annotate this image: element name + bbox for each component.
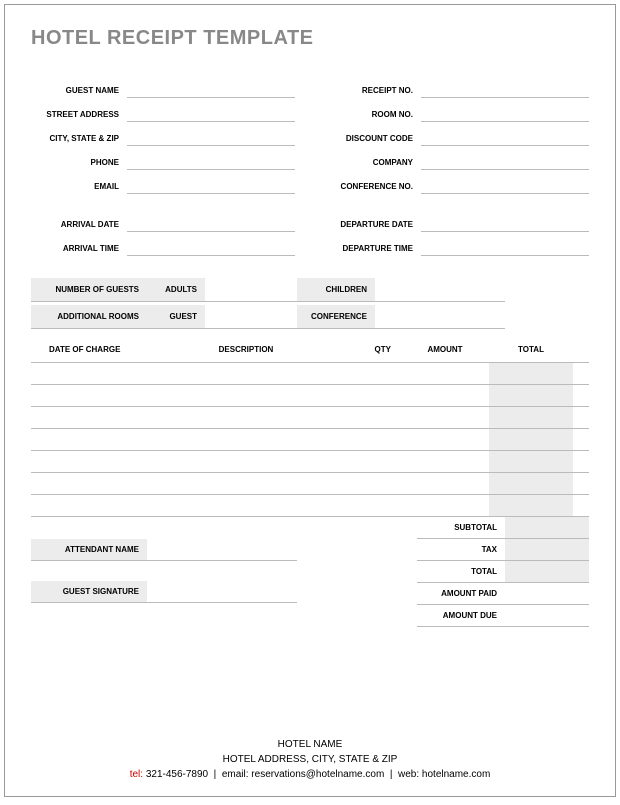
occupancy-row-1: NUMBER OF GUESTS ADULTS CHILDREN — [31, 278, 589, 302]
email-label: EMAIL — [31, 182, 127, 194]
occupancy-row-2: ADDITIONAL ROOMS GUEST CONFERENCE — [31, 305, 589, 329]
footer-contact-line: tel: 321-456-7890 | email: reservations@… — [5, 767, 615, 782]
discount-code-label: DISCOUNT CODE — [325, 134, 421, 146]
receipt-column: RECEIPT NO. ROOM NO. DISCOUNT CODE COMPA… — [325, 74, 589, 194]
additional-rooms-label: ADDITIONAL ROOMS — [31, 305, 147, 329]
table-row[interactable] — [31, 495, 589, 517]
company-label: COMPANY — [325, 158, 421, 170]
discount-code-field[interactable] — [421, 122, 589, 146]
subtotal-label: SUBTOTAL — [417, 517, 505, 539]
city-state-zip-field[interactable] — [127, 122, 295, 146]
tax-label: TAX — [417, 539, 505, 561]
table-row[interactable] — [31, 429, 589, 451]
total-field[interactable] — [505, 561, 589, 583]
total-header: TOTAL — [489, 345, 573, 354]
footer-tel-label: tel: — [130, 769, 143, 780]
footer-email-label: email: — [222, 769, 249, 780]
departure-date-field[interactable] — [421, 208, 589, 232]
amount-header: AMOUNT — [401, 345, 489, 354]
arrival-time-field[interactable] — [127, 232, 295, 256]
receipt-page: HOTEL RECEIPT TEMPLATE GUEST NAME STREET… — [4, 4, 616, 797]
guest-name-field[interactable] — [127, 74, 295, 98]
footer-hotel-address: HOTEL ADDRESS, CITY, STATE & ZIP — [5, 752, 615, 767]
guest-column: GUEST NAME STREET ADDRESS CITY, STATE & … — [31, 74, 295, 194]
street-address-label: STREET ADDRESS — [31, 110, 127, 122]
table-row[interactable] — [31, 473, 589, 495]
guest-rooms-field[interactable] — [205, 305, 297, 329]
guest-name-label: GUEST NAME — [31, 86, 127, 98]
room-no-label: ROOM NO. — [325, 110, 421, 122]
adults-field[interactable] — [205, 278, 297, 302]
number-of-guests-label: NUMBER OF GUESTS — [31, 278, 147, 302]
footer-tel: 321-456-7890 — [146, 769, 208, 780]
email-field[interactable] — [127, 170, 295, 194]
amount-due-field[interactable] — [505, 605, 589, 627]
conference-rooms-field[interactable] — [375, 305, 505, 329]
description-header: DESCRIPTION — [161, 345, 331, 354]
table-row[interactable] — [31, 385, 589, 407]
arrival-date-label: ARRIVAL DATE — [31, 220, 127, 232]
arrival-date-field[interactable] — [127, 208, 295, 232]
guest-rooms-label: GUEST — [147, 305, 205, 329]
conference-no-label: CONFERENCE NO. — [325, 182, 421, 194]
table-row[interactable] — [31, 407, 589, 429]
table-row[interactable] — [31, 363, 589, 385]
charges-table: DATE OF CHARGE DESCRIPTION QTY AMOUNT TO… — [31, 337, 589, 517]
footer-email: reservations@hotelname.com — [251, 769, 384, 780]
table-row[interactable] — [31, 451, 589, 473]
amount-paid-field[interactable] — [505, 583, 589, 605]
arrival-time-label: ARRIVAL TIME — [31, 244, 127, 256]
guest-signature-label: GUEST SIGNATURE — [31, 581, 147, 603]
company-field[interactable] — [421, 146, 589, 170]
total-label: TOTAL — [417, 561, 505, 583]
charges-header: DATE OF CHARGE DESCRIPTION QTY AMOUNT TO… — [31, 337, 589, 363]
guest-signature-field[interactable] — [147, 581, 297, 603]
conference-rooms-label: CONFERENCE — [297, 305, 375, 329]
children-label: CHILDREN — [297, 278, 375, 302]
subtotal-field[interactable] — [505, 517, 589, 539]
adults-label: ADULTS — [147, 278, 205, 302]
attendant-name-label: ATTENDANT NAME — [31, 539, 147, 561]
room-no-field[interactable] — [421, 98, 589, 122]
departure-time-label: DEPARTURE TIME — [325, 244, 421, 256]
footer: HOTEL NAME HOTEL ADDRESS, CITY, STATE & … — [5, 737, 615, 782]
phone-field[interactable] — [127, 146, 295, 170]
info-section: GUEST NAME STREET ADDRESS CITY, STATE & … — [31, 74, 589, 194]
qty-header: QTY — [331, 345, 401, 354]
phone-label: PHONE — [31, 158, 127, 170]
amount-due-label: AMOUNT DUE — [417, 605, 505, 627]
city-state-zip-label: CITY, STATE & ZIP — [31, 134, 127, 146]
departure-time-field[interactable] — [421, 232, 589, 256]
street-address-field[interactable] — [127, 98, 295, 122]
dates-section: ARRIVAL DATE ARRIVAL TIME DEPARTURE DATE… — [31, 208, 589, 256]
amount-paid-label: AMOUNT PAID — [417, 583, 505, 605]
tax-field[interactable] — [505, 539, 589, 561]
date-of-charge-header: DATE OF CHARGE — [31, 345, 161, 354]
footer-web: hotelname.com — [422, 769, 490, 780]
receipt-no-label: RECEIPT NO. — [325, 86, 421, 98]
receipt-no-field[interactable] — [421, 74, 589, 98]
departure-date-label: DEPARTURE DATE — [325, 220, 421, 232]
page-title: HOTEL RECEIPT TEMPLATE — [31, 27, 589, 50]
footer-hotel-name: HOTEL NAME — [5, 737, 615, 752]
conference-no-field[interactable] — [421, 170, 589, 194]
footer-web-label: web: — [398, 769, 419, 780]
attendant-name-field[interactable] — [147, 539, 297, 561]
children-field[interactable] — [375, 278, 505, 302]
